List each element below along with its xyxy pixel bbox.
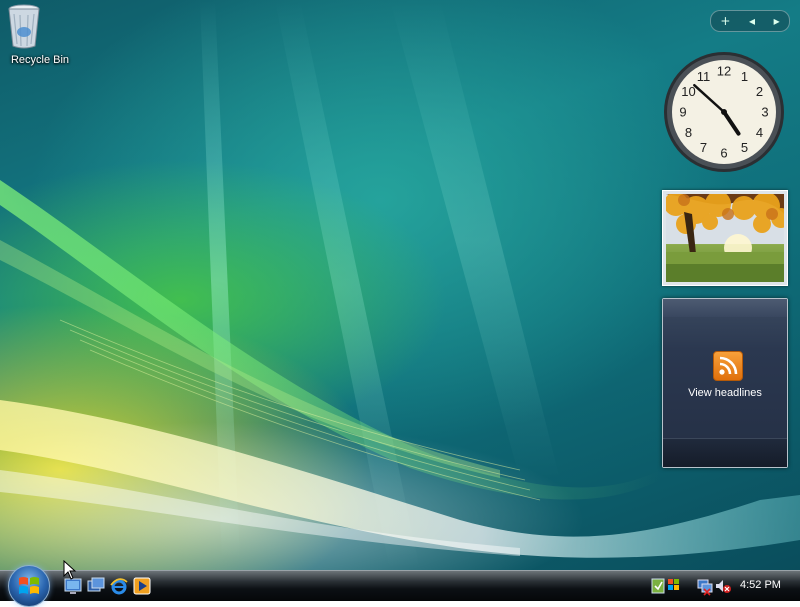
clock-numeral: 7 [700, 140, 707, 155]
feeds-footer [663, 438, 787, 467]
clock-numeral: 8 [685, 125, 692, 140]
clock-numeral: 3 [761, 105, 768, 120]
clock-numeral: 2 [756, 84, 763, 99]
clock-numeral: 12 [717, 64, 731, 79]
feed-headlines-gadget[interactable]: View headlines [662, 298, 788, 468]
start-button[interactable] [8, 565, 50, 607]
network-icon[interactable] [697, 579, 713, 596]
mouse-cursor-icon [63, 560, 77, 580]
clock-gadget[interactable]: 12 1 2 3 4 5 6 7 8 9 10 11 [662, 50, 786, 174]
windows-logo-icon [19, 577, 39, 594]
windows-update-icon[interactable] [668, 579, 679, 590]
feeds-header [663, 299, 787, 317]
media-player-icon[interactable] [133, 577, 151, 595]
view-headlines-link[interactable]: View headlines [663, 387, 787, 399]
rss-icon [713, 351, 743, 381]
taskbar: 4:52 PM [0, 565, 800, 607]
desktop-wallpaper[interactable]: Recycle Bin + ◂ ▸ 12 1 2 3 4 5 6 7 8 9 10 11 [0, 0, 800, 570]
recycle-bin-icon [8, 2, 60, 50]
autumn-tree-photo [666, 194, 784, 282]
windows-defender-icon[interactable] [651, 578, 665, 594]
previous-gadgets-button[interactable]: ◂ [749, 14, 755, 28]
clock-numeral: 5 [741, 140, 748, 155]
clock-face: 12 12 3 45678 9 1011 [664, 52, 784, 172]
slideshow-gadget[interactable] [662, 190, 788, 286]
clock-numeral: 1 [741, 69, 748, 84]
next-gadgets-button[interactable]: ▸ [774, 14, 780, 28]
volume-muted-icon[interactable] [716, 580, 731, 593]
taskbar-clock[interactable]: 4:52 PM [740, 579, 781, 591]
recycle-bin-shortcut[interactable]: Recycle Bin [4, 2, 76, 66]
clock-numeral: 11 [697, 69, 711, 84]
add-gadget-button[interactable]: + [720, 14, 730, 28]
clock-numeral: 6 [720, 146, 727, 161]
clock-numeral: 9 [679, 105, 686, 120]
internet-explorer-icon[interactable] [110, 577, 128, 595]
system-tray [646, 575, 736, 597]
recycle-bin-label: Recycle Bin [10, 54, 70, 66]
sidebar-controls: + ◂ ▸ [710, 10, 790, 32]
clock-numeral: 10 [681, 84, 695, 99]
switch-windows-icon[interactable] [87, 577, 105, 595]
clock-numeral: 4 [756, 125, 763, 140]
